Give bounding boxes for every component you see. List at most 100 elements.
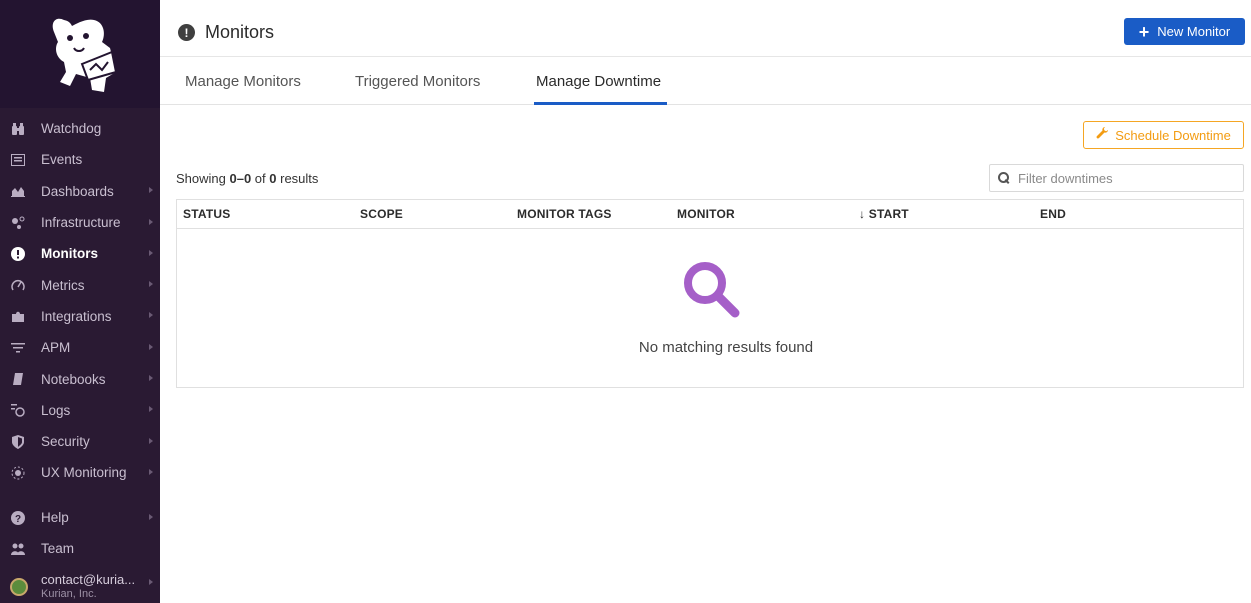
chevron-right-icon xyxy=(149,406,153,413)
avatar xyxy=(10,577,28,596)
alert-icon: ! xyxy=(178,24,195,41)
sidebar-bottom: ? Help Team contact@kuria... Kurian, Inc… xyxy=(0,502,160,603)
sidebar-item-label: Monitors xyxy=(41,246,98,262)
magnifier-icon xyxy=(684,262,740,318)
filter-downtimes-field[interactable] xyxy=(989,164,1244,192)
results-count: Showing 0–0 of 0 results xyxy=(176,171,318,186)
empty-state-text: No matching results found xyxy=(638,339,814,356)
tab-manage-monitors[interactable]: Manage Monitors xyxy=(185,73,301,90)
column-status[interactable]: STATUS xyxy=(183,207,230,221)
sidebar-item-label: Team xyxy=(41,541,75,557)
chevron-right-icon xyxy=(149,375,153,382)
sidebar-nav: Watchdog Events Dashboards Infrastructur… xyxy=(0,113,160,489)
metrics-icon xyxy=(10,277,26,293)
ux-monitoring-icon xyxy=(10,465,26,481)
results-suffix: results xyxy=(276,171,319,186)
sidebar-item-help[interactable]: ? Help xyxy=(0,502,160,533)
column-monitor[interactable]: MONITOR xyxy=(677,207,735,221)
user-info: contact@kuria... Kurian, Inc. xyxy=(41,571,136,601)
tab-manage-downtime[interactable]: Manage Downtime xyxy=(536,73,661,90)
sidebar-item-label: Watchdog xyxy=(41,121,102,137)
sidebar: Watchdog Events Dashboards Infrastructur… xyxy=(0,0,160,603)
sidebar-item-label: UX Monitoring xyxy=(41,465,127,481)
chevron-right-icon xyxy=(149,468,153,475)
sidebar-item-label: Metrics xyxy=(41,277,85,293)
schedule-downtime-label: Schedule Downtime xyxy=(1115,127,1231,143)
sidebar-item-apm[interactable]: APM xyxy=(0,332,160,363)
help-icon: ? xyxy=(10,510,26,526)
new-monitor-button[interactable]: + New Monitor xyxy=(1124,18,1245,45)
sidebar-item-label: Infrastructure xyxy=(41,215,121,231)
shield-icon xyxy=(10,434,26,450)
sidebar-item-metrics[interactable]: Metrics xyxy=(0,269,160,300)
user-email: contact@kuria... xyxy=(41,571,136,587)
empty-state: No matching results found xyxy=(177,229,1243,387)
alert-icon xyxy=(10,246,26,262)
sidebar-item-events[interactable]: Events xyxy=(0,144,160,175)
results-total: 0 xyxy=(269,171,277,186)
sidebar-item-label: Events xyxy=(41,152,83,168)
chevron-right-icon xyxy=(149,312,153,319)
plus-icon: + xyxy=(1138,21,1150,42)
logo-area[interactable] xyxy=(0,0,160,108)
chevron-right-icon xyxy=(149,218,153,225)
tab-triggered-monitors[interactable]: Triggered Monitors xyxy=(355,73,480,90)
apm-icon xyxy=(10,340,26,356)
table-header: STATUS SCOPE MONITOR TAGS MONITOR ↓ STAR… xyxy=(177,200,1243,229)
new-monitor-label: New Monitor xyxy=(1157,24,1231,39)
results-range: 0–0 xyxy=(229,171,252,186)
sidebar-item-label: Integrations xyxy=(41,308,112,324)
downtime-table: STATUS SCOPE MONITOR TAGS MONITOR ↓ STAR… xyxy=(176,199,1244,388)
infrastructure-icon xyxy=(10,215,26,231)
sidebar-item-monitors[interactable]: Monitors xyxy=(0,238,160,269)
filter-downtimes-input[interactable] xyxy=(1018,170,1238,186)
puzzle-icon xyxy=(10,308,26,324)
sidebar-item-label: Security xyxy=(41,434,90,450)
sidebar-item-label: Dashboards xyxy=(41,183,114,199)
page-title: ! Monitors xyxy=(178,22,274,43)
sidebar-item-label: APM xyxy=(41,340,71,356)
sidebar-item-infrastructure[interactable]: Infrastructure xyxy=(0,207,160,238)
user-menu[interactable]: contact@kuria... Kurian, Inc. xyxy=(0,565,160,603)
sidebar-item-ux-monitoring[interactable]: UX Monitoring xyxy=(0,457,160,488)
page-title-text: Monitors xyxy=(205,22,275,42)
tab-bar: Manage Monitors Triggered Monitors Manag… xyxy=(160,57,1251,105)
logs-icon xyxy=(10,402,26,418)
sidebar-item-dashboards[interactable]: Dashboards xyxy=(0,176,160,207)
sidebar-item-team[interactable]: Team xyxy=(0,533,160,564)
schedule-downtime-button[interactable]: Schedule Downtime xyxy=(1083,121,1244,149)
binoculars-icon xyxy=(10,121,26,137)
sidebar-item-label: Help xyxy=(41,510,69,526)
chevron-right-icon xyxy=(149,249,153,256)
chevron-right-icon xyxy=(149,187,153,194)
notebook-icon xyxy=(10,371,26,387)
column-monitor-tags[interactable]: MONITOR TAGS xyxy=(517,207,612,221)
sidebar-item-label: Logs xyxy=(41,402,71,418)
chevron-right-icon xyxy=(149,513,153,520)
column-end[interactable]: END xyxy=(1040,207,1066,221)
user-org: Kurian, Inc. xyxy=(41,587,97,600)
column-scope[interactable]: SCOPE xyxy=(360,207,403,221)
events-icon xyxy=(10,152,26,168)
sidebar-item-watchdog[interactable]: Watchdog xyxy=(0,113,160,144)
results-prefix: Showing xyxy=(176,171,230,186)
dashboards-icon xyxy=(10,183,26,199)
sidebar-item-logs[interactable]: Logs xyxy=(0,395,160,426)
chevron-right-icon xyxy=(149,281,153,288)
page-header: ! Monitors + New Monitor xyxy=(160,0,1251,57)
svg-text:?: ? xyxy=(15,514,21,525)
sidebar-item-integrations[interactable]: Integrations xyxy=(0,301,160,332)
results-of: of xyxy=(251,171,270,186)
chevron-right-icon xyxy=(149,578,153,585)
datadog-logo-icon[interactable] xyxy=(46,12,120,98)
wrench-icon xyxy=(1096,127,1109,143)
team-icon xyxy=(10,541,26,557)
sidebar-item-label: Notebooks xyxy=(41,371,106,387)
sidebar-item-notebooks[interactable]: Notebooks xyxy=(0,363,160,394)
chevron-right-icon xyxy=(149,343,153,350)
sidebar-item-security[interactable]: Security xyxy=(0,426,160,457)
active-tab-indicator xyxy=(534,102,667,105)
chevron-right-icon xyxy=(149,437,153,444)
column-start[interactable]: ↓ START xyxy=(859,207,909,221)
search-icon xyxy=(998,172,1010,184)
